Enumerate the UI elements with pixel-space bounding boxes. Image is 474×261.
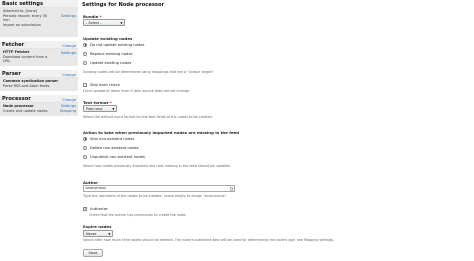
parser-heading: Parser [2, 71, 21, 77]
chevron-down-icon: ▼ [120, 21, 123, 25]
fetcher-settings-link[interactable]: Settings [61, 51, 76, 56]
authorize-option[interactable]: ✓ Authorize [83, 206, 108, 211]
chevron-down-icon: ▼ [112, 107, 115, 111]
missing-option-delete[interactable]: Delete non-existent nodes [83, 145, 139, 150]
checkbox[interactable]: ✓ [83, 206, 87, 211]
radio-button[interactable] [83, 42, 87, 47]
fetcher-desc-line2: URL. [3, 59, 12, 64]
update-option-update[interactable]: Update existing nodes [83, 60, 131, 65]
chevron-down-icon: ▼ [108, 231, 111, 236]
expire-label: Expire nodes [83, 224, 112, 229]
expire-select[interactable]: Never ▼ [83, 229, 113, 237]
missing-option-skip[interactable]: Skip non-existent nodes [83, 136, 134, 141]
authorize-desc: Check that the author has permission to … [89, 212, 187, 217]
parser-panel: Common syndication parser Parse RSS and … [0, 78, 78, 91]
text-format-select[interactable]: Plain text ▼ [83, 105, 117, 112]
expire-desc: Select after how much time nodes should … [83, 237, 335, 242]
processor-heading: Processor [2, 96, 31, 102]
processor-desc: Create and update nodes. [3, 108, 49, 113]
update-option-do-not[interactable]: Do not update existing nodes [83, 42, 144, 47]
radio-button[interactable] [83, 154, 87, 159]
update-existing-desc: Existing nodes will be determined using … [83, 70, 215, 74]
basic-settings-panel: Attached to: [none] Periodic import: eve… [0, 8, 78, 37]
processor-mapping-link[interactable]: Mapping [60, 109, 76, 114]
autocomplete-icon [229, 187, 233, 191]
radio-button[interactable] [83, 51, 87, 56]
missing-nodes-desc: Select how nodes previously imported and… [83, 164, 231, 168]
update-option-replace[interactable]: Replace existing nodes [83, 51, 133, 56]
radio-button[interactable] [83, 145, 87, 150]
author-desc: Type the username of the nodes to be cre… [83, 193, 228, 198]
update-existing-label: Update existing nodes [83, 36, 133, 41]
fetcher-heading: Fetcher [2, 42, 25, 48]
processor-heading-row: Processor Change [0, 95, 78, 103]
parser-desc: Parse RSS and Atom feeds. [3, 83, 51, 88]
basic-settings-link[interactable]: Settings [61, 14, 76, 19]
page-title: Settings for Node processor [82, 2, 165, 8]
processor-settings-link[interactable]: Settings [61, 104, 76, 109]
save-button[interactable]: Save [83, 249, 103, 257]
parser-heading-row: Parser Change [0, 70, 78, 78]
skip-hash-desc: Force update of items even if item sourc… [83, 88, 191, 93]
fetcher-heading-row: Fetcher Change [0, 41, 78, 49]
bundle-select[interactable]: - Select - ▼ [83, 19, 125, 26]
text-format-desc: Select the default input format for the … [83, 114, 213, 119]
skip-hash-option[interactable]: Skip hash check [83, 82, 120, 87]
sidebar: Basic settings Attached to: [none] Perio… [0, 0, 78, 261]
missing-nodes-label: Action to take when previously imported … [83, 129, 240, 135]
periodic-import-text: Periodic import: every 30 [3, 13, 48, 18]
import-on-submission-text: Import on submission [3, 22, 41, 27]
author-input[interactable]: anonymous [83, 185, 235, 192]
radio-button[interactable] [83, 136, 87, 141]
radio-button[interactable] [83, 60, 87, 65]
missing-option-unpublish[interactable]: Unpublish non-existent nodes [83, 154, 145, 159]
processor-panel: Node processor Create and update nodes. … [0, 103, 78, 116]
fetcher-panel: HTTP Fetcher Download content from a URL… [0, 49, 78, 66]
checkbox[interactable] [83, 82, 87, 87]
basic-settings-heading: Basic settings [0, 0, 78, 8]
